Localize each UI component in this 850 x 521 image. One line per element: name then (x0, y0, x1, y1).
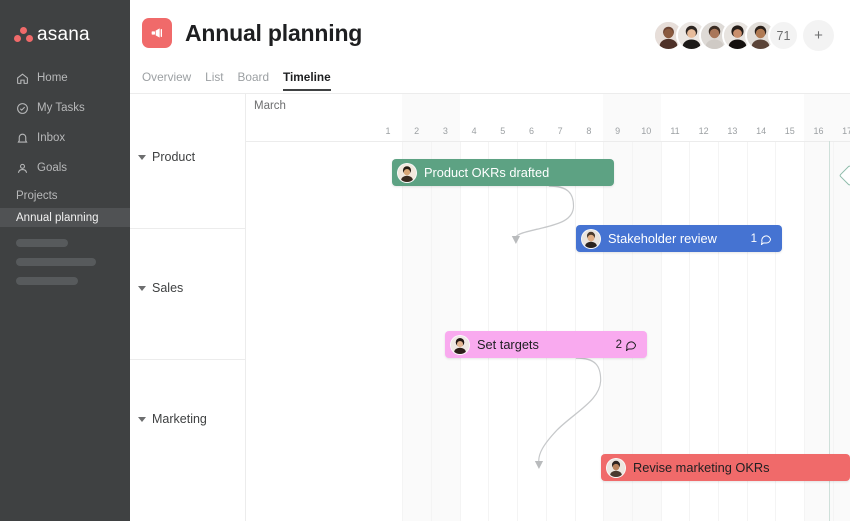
sidebar-project-label: Annual planning (16, 212, 99, 224)
ruler-day-3: 3 (431, 122, 460, 141)
chevron-down-icon[interactable] (138, 286, 146, 291)
comment-count-value: 2 (616, 339, 622, 351)
sidebar-item-label: Home (37, 72, 68, 84)
sidebar-projects-label: Projects (0, 190, 130, 202)
task-comment-count: 2 (604, 339, 637, 351)
section-header-marketing[interactable]: Marketing (138, 412, 207, 426)
comment-icon (760, 233, 772, 245)
bell-icon (16, 132, 29, 145)
home-icon (16, 72, 29, 85)
task-bar-set-targets[interactable]: Set targets 2 (445, 331, 647, 358)
task-bar-product-okrs-drafted[interactable]: Product OKRs drafted (392, 159, 614, 186)
grid-line (402, 141, 403, 521)
section-label: Sales (152, 281, 183, 295)
asana-wordmark: asana (37, 24, 90, 46)
ruler-day-12: 12 (689, 122, 718, 141)
chevron-down-icon[interactable] (138, 155, 146, 160)
sidebar-item-label: My Tasks (37, 102, 85, 114)
ruler-day-9: 9 (603, 122, 632, 141)
sidebar-item-label: Goals (37, 162, 67, 174)
sidebar-placeholder-item (16, 239, 68, 247)
section-divider (130, 359, 246, 360)
target-user-icon (16, 162, 29, 175)
member-overflow-count[interactable]: 71 (768, 20, 799, 51)
sidebar-item-home[interactable]: Home (0, 68, 130, 88)
sidebar-project-annual-planning[interactable]: Annual planning (0, 208, 130, 227)
ruler-day-16: 16 (804, 122, 833, 141)
chevron-down-icon[interactable] (138, 417, 146, 422)
task-name: Set targets (477, 337, 539, 352)
ruler-day-13: 13 (718, 122, 747, 141)
avatar (450, 335, 470, 355)
section-label: Product (152, 150, 195, 164)
ruler-day-1: 1 (374, 122, 403, 141)
sidebar-item-label: Inbox (37, 132, 65, 144)
sidebar: asana Home My Tasks Inbox (0, 0, 130, 521)
sidebar-item-goals[interactable]: Goals (0, 158, 130, 178)
grid-line (431, 141, 432, 521)
sidebar-placeholder-item (16, 258, 96, 266)
section-label: Marketing (152, 412, 207, 426)
ruler-day-14: 14 (747, 122, 776, 141)
ruler-day-5: 5 (488, 122, 517, 141)
tab-list[interactable]: List (205, 70, 223, 91)
timeline-month-label: March (254, 100, 286, 112)
task-bar-stakeholder-review[interactable]: Stakeholder review 1 (576, 225, 782, 252)
section-header-sales[interactable]: Sales (138, 281, 183, 295)
section-divider (130, 228, 246, 229)
task-name: Product OKRs drafted (424, 165, 549, 180)
ruler-divider (246, 141, 850, 142)
ruler-day-4: 4 (460, 122, 489, 141)
timeline-day-ruler: 123456789101112131415161718192021 (246, 122, 850, 141)
sidebar-nav: Home My Tasks Inbox Goals (0, 68, 130, 178)
sidebar-placeholder-item (16, 277, 78, 285)
sidebar-item-my-tasks[interactable]: My Tasks (0, 98, 130, 118)
ruler-day-6: 6 (517, 122, 546, 141)
ruler-day-8: 8 (575, 122, 604, 141)
avatar (581, 229, 601, 249)
task-name: Revise marketing OKRs (633, 460, 770, 475)
asana-dots-icon (14, 27, 33, 43)
task-bar-revise-marketing-okrs[interactable]: Revise marketing OKRs (601, 454, 850, 481)
page-title: Annual planning (185, 20, 362, 47)
sidebar-item-inbox[interactable]: Inbox (0, 128, 130, 148)
task-comment-count: 1 (739, 233, 772, 245)
megaphone-icon (142, 18, 172, 48)
project-header: Annual planning 71 + (130, 0, 850, 68)
avatar (606, 458, 626, 478)
task-name: Stakeholder review (608, 231, 717, 246)
ruler-day-10: 10 (632, 122, 661, 141)
ruler-day-2: 2 (402, 122, 431, 141)
add-member-button[interactable]: + (803, 20, 834, 51)
asana-logo[interactable]: asana (0, 0, 130, 46)
comment-icon (625, 339, 637, 351)
ruler-day-15: 15 (775, 122, 804, 141)
timeline-section-column: Product Sales Marketing (130, 94, 246, 521)
check-circle-icon (16, 102, 29, 115)
ruler-day-7: 7 (546, 122, 575, 141)
ruler-day-17: 17 (833, 122, 850, 141)
tab-overview[interactable]: Overview (142, 70, 191, 91)
comment-count-value: 1 (751, 233, 757, 245)
section-header-product[interactable]: Product (138, 150, 195, 164)
tab-timeline[interactable]: Timeline (283, 70, 331, 91)
ruler-day-11: 11 (661, 122, 690, 141)
timeline-canvas[interactable]: March 123456789101112131415161718192021 … (246, 94, 850, 521)
view-tabs: Overview List Board Timeline (142, 70, 331, 91)
member-avatars: 71 + (653, 20, 834, 51)
timeline-view: March 123456789101112131415161718192021 … (130, 94, 850, 521)
tab-board[interactable]: Board (238, 70, 269, 91)
avatar (397, 163, 417, 183)
main-content: Annual planning 71 + (130, 0, 850, 521)
milestone-okrs-due[interactable]: OKRs due Mar 17 (842, 164, 850, 218)
asana-timeline-app: asana Home My Tasks Inbox (0, 0, 850, 521)
